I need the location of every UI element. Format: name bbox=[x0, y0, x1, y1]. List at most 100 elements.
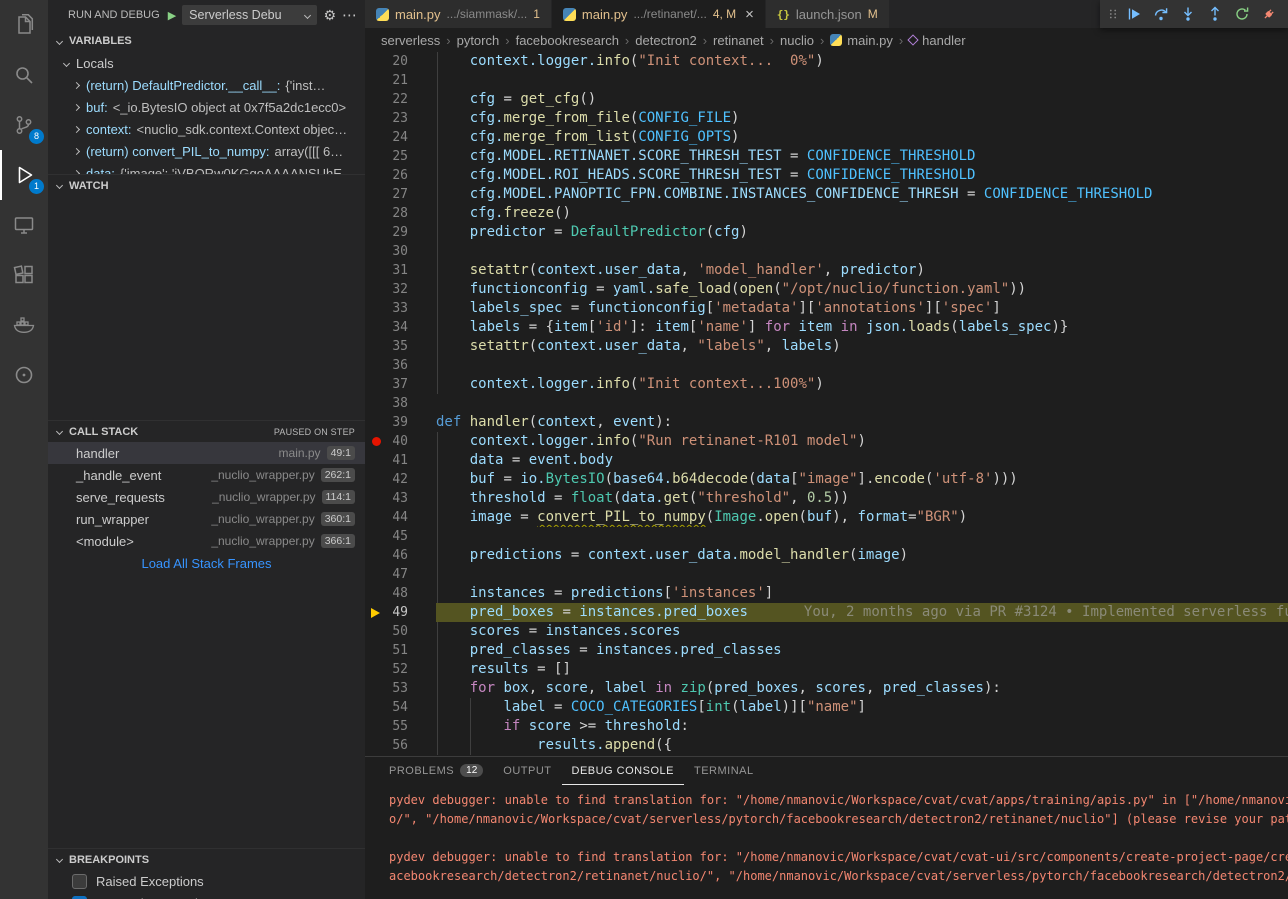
gutter[interactable]: 49 bbox=[365, 603, 436, 622]
gutter[interactable]: 45 bbox=[365, 527, 436, 546]
stack-frame[interactable]: handlermain.py49:1 bbox=[48, 442, 365, 464]
code-line[interactable]: 44 image = convert_PIL_to_numpy(Image.op… bbox=[365, 508, 1288, 527]
activity-explorer-icon[interactable] bbox=[0, 0, 48, 50]
breadcrumb-item[interactable]: serverless bbox=[381, 33, 440, 48]
code-line[interactable]: 52 results = [] bbox=[365, 660, 1288, 679]
breadcrumb-item[interactable]: handler bbox=[909, 33, 965, 48]
code-line[interactable]: 33 labels_spec = functionconfig['metadat… bbox=[365, 299, 1288, 318]
gutter[interactable]: 39 bbox=[365, 413, 436, 432]
breakpoints-section-header[interactable]: BREAKPOINTS bbox=[48, 848, 365, 870]
editor-tab[interactable]: main.py.../siammask/...1 bbox=[365, 0, 552, 28]
gutter[interactable]: 47 bbox=[365, 565, 436, 584]
gutter[interactable]: 27 bbox=[365, 185, 436, 204]
activity-remote-explorer-icon[interactable] bbox=[0, 200, 48, 250]
code-line[interactable]: 31 setattr(context.user_data, 'model_han… bbox=[365, 261, 1288, 280]
breadcrumb-item[interactable]: retinanet bbox=[713, 33, 764, 48]
panel-tab-debug-console[interactable]: DEBUG CONSOLE bbox=[562, 757, 684, 785]
debug-config-dropdown[interactable]: Serverless Debu bbox=[182, 5, 317, 25]
stack-frame[interactable]: serve_requests_nuclio_wrapper.py114:1 bbox=[48, 486, 365, 508]
variable-row[interactable]: data:{'image': 'iVBORw0KGgoAAAANSUhE… bbox=[48, 162, 365, 174]
gutter[interactable]: 54 bbox=[365, 698, 436, 717]
code-line[interactable]: 49 pred_boxes = instances.pred_boxesYou,… bbox=[365, 603, 1288, 622]
gutter[interactable]: 33 bbox=[365, 299, 436, 318]
gutter[interactable]: 50 bbox=[365, 622, 436, 641]
gear-icon[interactable]: ⚙ bbox=[323, 7, 336, 24]
gutter[interactable]: 44 bbox=[365, 508, 436, 527]
code-line[interactable]: 39def handler(context, event): bbox=[365, 413, 1288, 432]
variables-section-header[interactable]: VARIABLES bbox=[48, 30, 365, 52]
variable-row[interactable]: buf:<_io.BytesIO object at 0x7f5a2dc1ecc… bbox=[48, 96, 365, 118]
breakpoint-item[interactable]: Raised Exceptions bbox=[48, 870, 365, 892]
gutter[interactable]: 36 bbox=[365, 356, 436, 375]
continue-button[interactable] bbox=[1121, 2, 1147, 26]
checkbox[interactable]: ✓ bbox=[72, 896, 87, 899]
load-all-stack-frames-link[interactable]: Load All Stack Frames bbox=[48, 552, 365, 574]
activity-search-icon[interactable] bbox=[0, 50, 48, 100]
activity-status-circle-icon[interactable] bbox=[0, 350, 48, 400]
toolbar-grip-handle[interactable] bbox=[1106, 2, 1120, 26]
debug-console-output[interactable]: pydev debugger: unable to find translati… bbox=[365, 785, 1288, 899]
checkbox[interactable] bbox=[72, 874, 87, 889]
gutter[interactable]: 52 bbox=[365, 660, 436, 679]
variable-row[interactable]: context:<nuclio_sdk.context.Context obje… bbox=[48, 118, 365, 140]
stack-frame[interactable]: <module>_nuclio_wrapper.py366:1 bbox=[48, 530, 365, 552]
scope-locals[interactable]: Locals bbox=[48, 52, 365, 74]
step-over-button[interactable] bbox=[1148, 2, 1174, 26]
code-line[interactable]: 51 pred_classes = instances.pred_classes bbox=[365, 641, 1288, 660]
code-line[interactable]: 50 scores = instances.scores bbox=[365, 622, 1288, 641]
gutter[interactable]: 37 bbox=[365, 375, 436, 394]
code-line[interactable]: 35 setattr(context.user_data, "labels", … bbox=[365, 337, 1288, 356]
activity-docker-icon[interactable] bbox=[0, 300, 48, 350]
gutter[interactable]: 48 bbox=[365, 584, 436, 603]
gutter[interactable]: 34 bbox=[365, 318, 436, 337]
gutter[interactable]: 43 bbox=[365, 489, 436, 508]
code-line[interactable]: 34 labels = {item['id']: item['name'] fo… bbox=[365, 318, 1288, 337]
gutter[interactable]: 42 bbox=[365, 470, 436, 489]
start-debugging-icon[interactable]: ▶ bbox=[168, 9, 176, 22]
activity-source-control-icon[interactable]: 8 bbox=[0, 100, 48, 150]
gutter[interactable]: 25 bbox=[365, 147, 436, 166]
breadcrumb-item[interactable]: pytorch bbox=[457, 33, 500, 48]
gutter[interactable]: 41 bbox=[365, 451, 436, 470]
code-line[interactable]: 36 bbox=[365, 356, 1288, 375]
step-into-button[interactable] bbox=[1175, 2, 1201, 26]
activity-run-and-debug-icon[interactable]: 1 bbox=[0, 150, 48, 200]
breadcrumb-item[interactable]: facebookresearch bbox=[516, 33, 619, 48]
code-line[interactable]: 48 instances = predictions['instances'] bbox=[365, 584, 1288, 603]
code-line[interactable]: 54 label = COCO_CATEGORIES[int(label)]["… bbox=[365, 698, 1288, 717]
gutter[interactable]: 46 bbox=[365, 546, 436, 565]
breadcrumb-item[interactable]: nuclio bbox=[780, 33, 814, 48]
code-line[interactable]: 24 cfg.merge_from_list(CONFIG_OPTS) bbox=[365, 128, 1288, 147]
code-line[interactable]: 27 cfg.MODEL.PANOPTIC_FPN.COMBINE.INSTAN… bbox=[365, 185, 1288, 204]
variable-row[interactable]: (return) convert_PIL_to_numpy:array([[[ … bbox=[48, 140, 365, 162]
code-line[interactable]: 32 functionconfig = yaml.safe_load(open(… bbox=[365, 280, 1288, 299]
panel-tab-output[interactable]: OUTPUT bbox=[493, 757, 561, 785]
code-line[interactable]: 38 bbox=[365, 394, 1288, 413]
breadcrumb-item[interactable]: main.py bbox=[830, 33, 893, 48]
code-line[interactable]: 20 context.logger.info("Init context... … bbox=[365, 52, 1288, 71]
gutter[interactable]: 21 bbox=[365, 71, 436, 90]
gutter[interactable]: 56 bbox=[365, 736, 436, 755]
gutter[interactable]: 55 bbox=[365, 717, 436, 736]
panel-tab-problems[interactable]: PROBLEMS12 bbox=[379, 757, 493, 785]
code-line[interactable]: 56 results.append({ bbox=[365, 736, 1288, 755]
gutter[interactable]: 20 bbox=[365, 52, 436, 71]
gutter[interactable]: 31 bbox=[365, 261, 436, 280]
code-line[interactable]: 22 cfg = get_cfg() bbox=[365, 90, 1288, 109]
gutter[interactable]: 53 bbox=[365, 679, 436, 698]
code-line[interactable]: 41 data = event.body bbox=[365, 451, 1288, 470]
code-line[interactable]: 55 if score >= threshold: bbox=[365, 717, 1288, 736]
code-line[interactable]: 25 cfg.MODEL.RETINANET.SCORE_THRESH_TEST… bbox=[365, 147, 1288, 166]
gutter[interactable]: 40 bbox=[365, 432, 436, 451]
code-line[interactable]: 26 cfg.MODEL.ROI_HEADS.SCORE_THRESH_TEST… bbox=[365, 166, 1288, 185]
code-line[interactable]: 37 context.logger.info("Init context...1… bbox=[365, 375, 1288, 394]
step-out-button[interactable] bbox=[1202, 2, 1228, 26]
gutter[interactable]: 22 bbox=[365, 90, 436, 109]
editor-tab[interactable]: main.py.../retinanet/...4, M× bbox=[552, 0, 766, 28]
code-line[interactable]: 23 cfg.merge_from_file(CONFIG_FILE) bbox=[365, 109, 1288, 128]
gutter[interactable]: 35 bbox=[365, 337, 436, 356]
code-line[interactable]: 28 cfg.freeze() bbox=[365, 204, 1288, 223]
activity-extensions-icon[interactable] bbox=[0, 250, 48, 300]
code-line[interactable]: 29 predictor = DefaultPredictor(cfg) bbox=[365, 223, 1288, 242]
gutter[interactable]: 24 bbox=[365, 128, 436, 147]
